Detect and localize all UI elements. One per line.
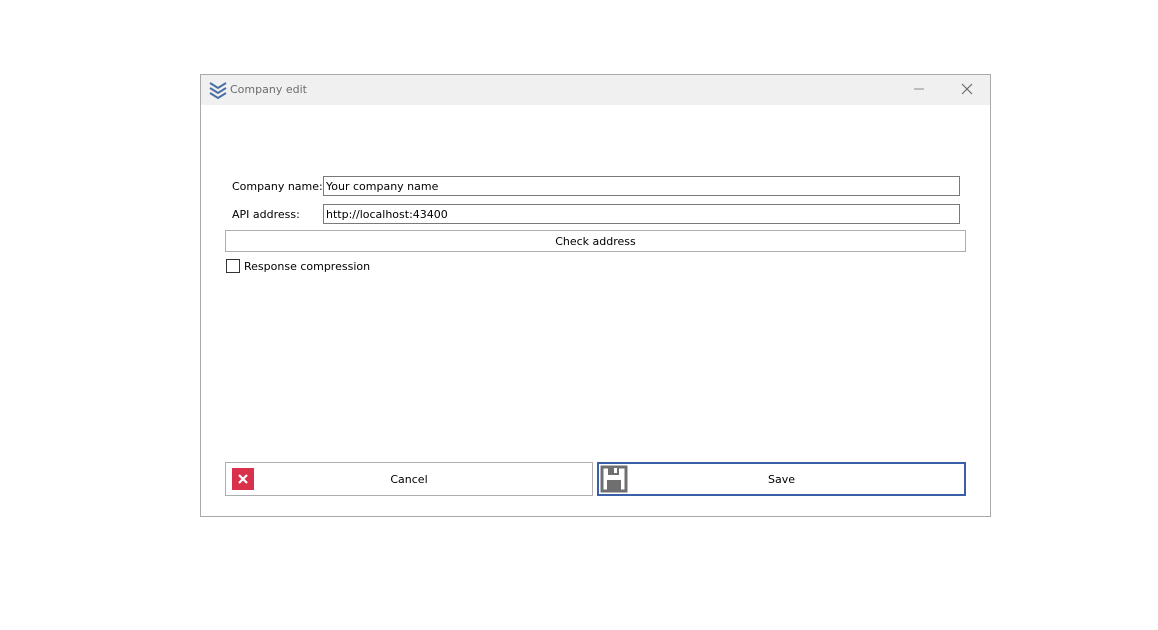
company-name-input[interactable]: [323, 176, 960, 196]
api-address-input[interactable]: [323, 204, 960, 224]
minimize-button[interactable]: [896, 75, 942, 105]
title-bar[interactable]: Company edit: [201, 75, 990, 105]
cancel-button[interactable]: Cancel: [225, 462, 593, 496]
api-address-label: API address:: [232, 208, 300, 221]
response-compression-label[interactable]: Response compression: [244, 260, 370, 273]
check-address-label: Check address: [555, 234, 636, 248]
minimize-icon: [913, 83, 925, 98]
save-label: Save: [767, 472, 795, 486]
company-name-label: Company name:: [232, 180, 323, 193]
stacked-chevrons-icon: [209, 81, 227, 100]
response-compression-checkbox[interactable]: [226, 259, 240, 273]
floppy-disk-icon: [600, 465, 628, 493]
close-x-icon: [232, 468, 254, 490]
window-title: Company edit: [230, 83, 307, 96]
save-button[interactable]: Save: [597, 462, 966, 496]
close-button[interactable]: [944, 75, 990, 105]
company-edit-dialog: Company edit Company name: API address: …: [200, 74, 991, 517]
close-icon: [961, 83, 973, 98]
check-address-button[interactable]: Check address: [225, 230, 966, 252]
cancel-label: Cancel: [390, 472, 428, 486]
